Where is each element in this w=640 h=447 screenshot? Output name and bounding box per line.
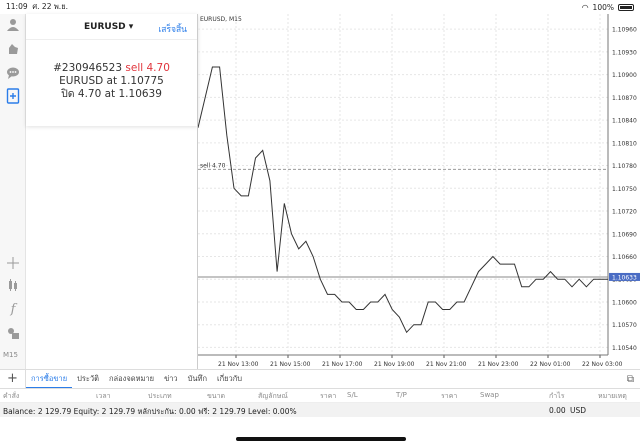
col-order: คำสั่ง <box>3 392 20 400</box>
y-tick-label: 1.10720 <box>612 209 637 216</box>
y-tick-label: 1.10930 <box>612 49 637 56</box>
col-type: ประเภท <box>148 392 172 400</box>
chevron-down-icon: ▾ <box>128 22 134 32</box>
crosshair-icon[interactable] <box>5 256 21 272</box>
col-symbol: สัญลักษณ์ <box>258 392 288 400</box>
col-comment: หมายเหตุ <box>598 392 627 400</box>
y-tick-label: 1.10570 <box>612 322 637 329</box>
col-price-current: ราคา <box>441 392 458 400</box>
ticket-number: #230946523 <box>53 62 123 74</box>
person-icon[interactable] <box>5 18 21 34</box>
done-button[interactable]: เสร็จสิ้น <box>158 22 187 36</box>
order-price-line: EURUSD at 1.10775 <box>59 75 164 87</box>
x-tick-label: 22 Nov 01:00 <box>530 361 571 368</box>
chart-header: EURUSD, M15 <box>200 16 242 23</box>
y-tick-label: 1.10750 <box>612 186 637 193</box>
x-tick-label: 21 Nov 17:00 <box>322 361 363 368</box>
balance-profit: 0.00 <box>549 406 566 415</box>
symbol-selector[interactable]: EURUSD ▾ <box>84 22 133 32</box>
left-toolbar: f M15 <box>0 14 26 369</box>
chat-icon[interactable] <box>5 66 21 82</box>
tab-history[interactable]: ประวัติ <box>72 373 104 385</box>
y-tick-label: 1.10960 <box>612 27 637 34</box>
y-tick-label: 1.10600 <box>612 299 637 306</box>
col-size: ขนาด <box>207 392 226 400</box>
timeframe-label[interactable]: M15 <box>3 351 18 359</box>
y-tick-label: 1.10660 <box>612 254 637 261</box>
y-tick-label: 1.10810 <box>612 140 637 147</box>
status-bar: 11:09 ศ. 22 พ.ย. ◠ 100% <box>0 0 640 14</box>
layout-icon[interactable]: ⧉ <box>627 374 634 385</box>
function-icon[interactable]: f <box>5 302 21 318</box>
y-tick-label: 1.10780 <box>612 163 637 170</box>
panel-header: EURUSD ▾ เสร็จสิ้น <box>26 14 197 40</box>
x-tick-label: 21 Nov 21:00 <box>426 361 467 368</box>
battery-percent: 100% <box>592 2 614 12</box>
wifi-icon: ◠ <box>581 2 589 12</box>
price-chart[interactable]: 1.10960 1.10930 1.10900 1.10870 1.10840 1.108… <box>197 14 640 369</box>
y-tick-label: 1.10840 <box>612 118 637 125</box>
tab-about[interactable]: เกี่ยวกับ <box>212 373 247 385</box>
order-result: #230946523 sell 4.70 EURUSD at 1.10775 ป… <box>26 40 197 101</box>
price-series-line <box>198 66 608 334</box>
order-result-panel: EURUSD ▾ เสร็จสิ้น #230946523 sell 4.70 … <box>26 14 198 126</box>
indicators-icon[interactable] <box>5 278 21 294</box>
y-tick-label: 1.10540 <box>612 345 637 352</box>
col-price: ราคา <box>320 392 337 400</box>
tab-mailbox[interactable]: กล่องจดหมาย <box>104 373 159 385</box>
current-price-label: 1.10633 <box>612 274 637 281</box>
x-tick-label: 21 Nov 13:00 <box>218 361 259 368</box>
table-header: คำสั่ง เวลา ประเภท ขนาด สัญลักษณ์ ราคา S… <box>0 389 640 403</box>
add-icon[interactable]: + <box>0 370 26 388</box>
x-tick-label: 21 Nov 15:00 <box>270 361 311 368</box>
col-profit: กำไร <box>549 392 565 400</box>
home-indicator <box>236 437 406 441</box>
tab-journal[interactable]: บันทึก <box>183 373 212 385</box>
order-action: sell 4.70 <box>125 62 170 74</box>
tab-news[interactable]: ข่าว <box>159 373 183 385</box>
balance-currency: USD <box>570 406 587 415</box>
y-tick-label: 1.10870 <box>612 95 637 102</box>
balance-row: Balance: 2 129.79 Equity: 2 129.79 หลักป… <box>0 403 640 417</box>
new-order-icon[interactable] <box>5 88 21 104</box>
y-tick-label: 1.10900 <box>612 72 637 79</box>
col-time: เวลา <box>96 392 111 400</box>
x-tick-label: 21 Nov 23:00 <box>478 361 519 368</box>
close-price-line: ปิด 4.70 at 1.10639 <box>61 88 162 100</box>
col-sl: S/L <box>347 391 358 399</box>
col-tp: T/P <box>396 391 407 399</box>
date: ศ. 22 พ.ย. <box>32 2 68 11</box>
hand-icon[interactable] <box>5 42 21 58</box>
x-tick-label: 21 Nov 19:00 <box>374 361 415 368</box>
chart-canvas[interactable]: 1.10960 1.10930 1.10900 1.10870 1.10840 1.108… <box>198 14 640 369</box>
objects-icon[interactable] <box>5 326 21 342</box>
y-tick-label: 1.10690 <box>612 231 637 238</box>
order-line-label: sell 4.70 <box>200 162 226 169</box>
col-swap: Swap <box>480 391 499 399</box>
tab-trade[interactable]: การซื้อขาย <box>26 371 73 388</box>
x-tick-label: 22 Nov 03:00 <box>582 361 623 368</box>
clock: 11:09 <box>6 2 28 11</box>
battery-icon <box>618 3 634 11</box>
balance-summary: Balance: 2 129.79 Equity: 2 129.79 หลักป… <box>3 407 297 416</box>
terminal-tabs: + การซื้อขาย ประวัติ กล่องจดหมาย ข่าว บั… <box>0 369 640 389</box>
